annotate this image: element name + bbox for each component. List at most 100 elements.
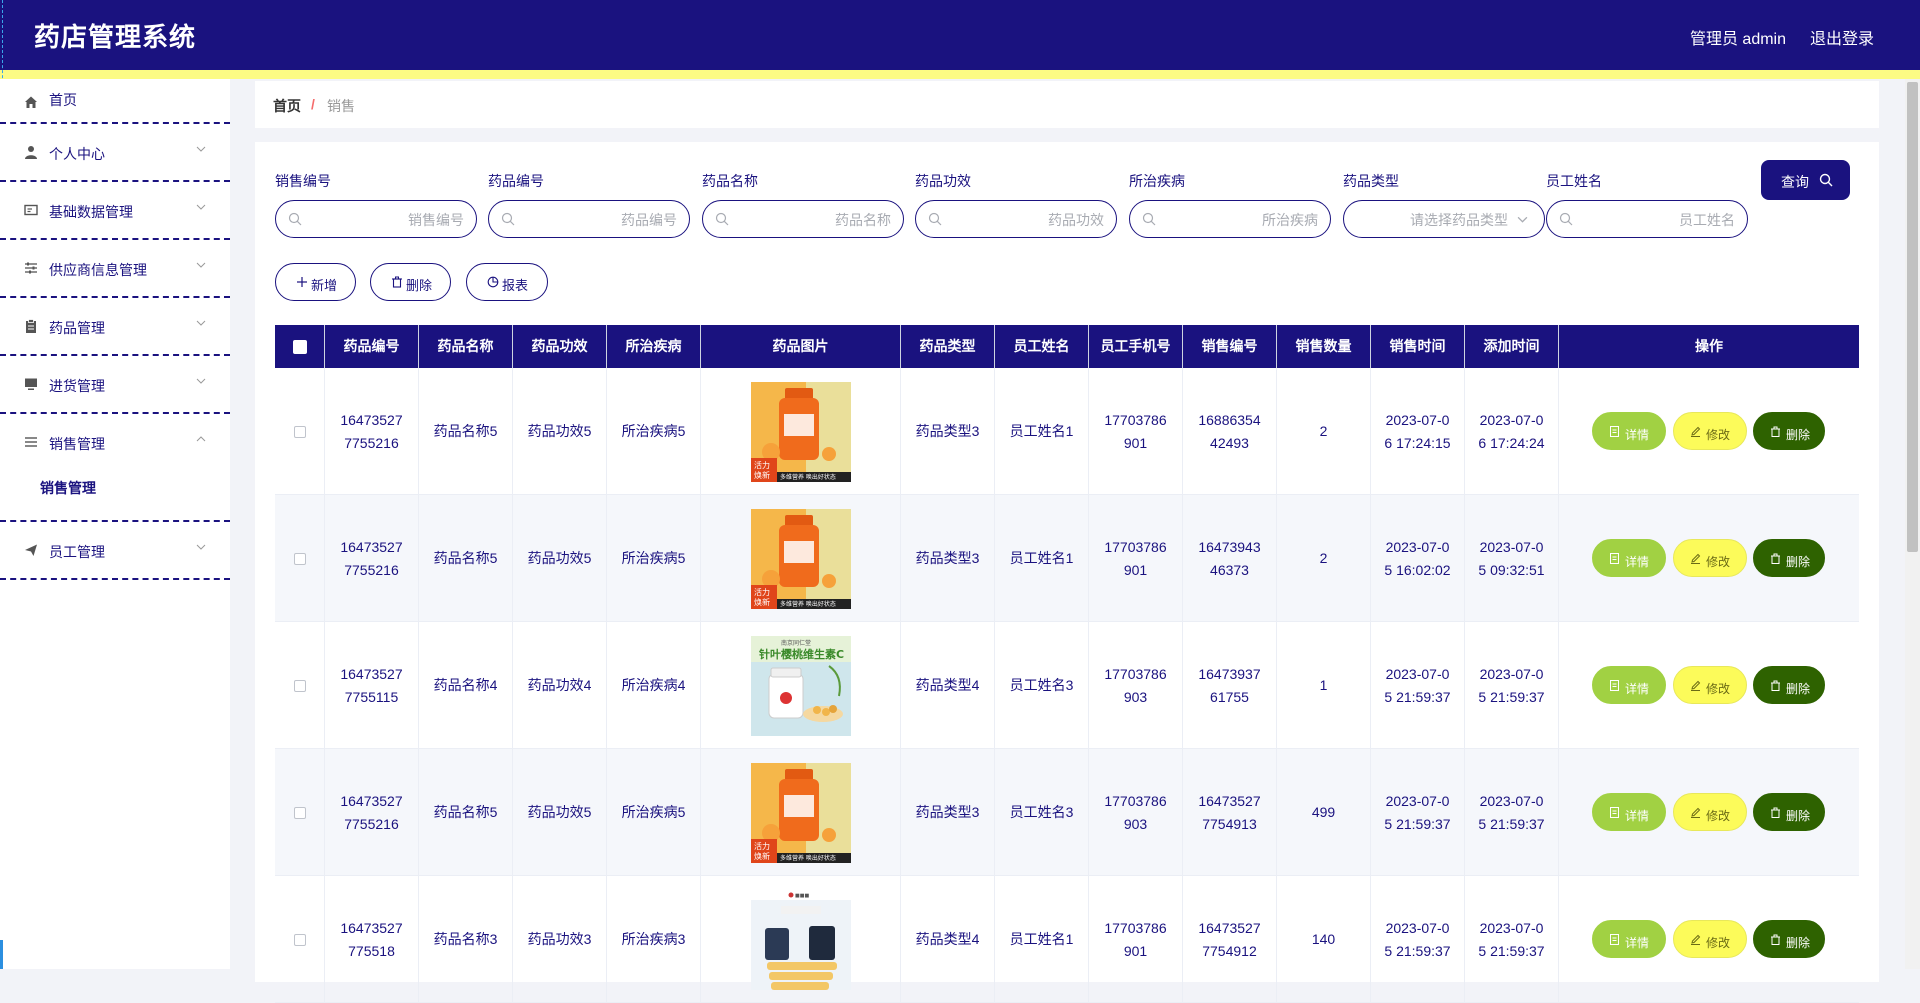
- edit-button[interactable]: 修改: [1673, 412, 1747, 450]
- breadcrumb-separator: /: [311, 96, 315, 112]
- pencil-icon: [1691, 680, 1701, 691]
- image-slogan-text: 多维营养 唤出好状态: [780, 473, 836, 481]
- row-checkbox[interactable]: [293, 679, 306, 692]
- header-sale-qty: 销售数量: [1277, 325, 1371, 368]
- query-button[interactable]: 查询: [1761, 160, 1850, 200]
- cell-add-time-text: 2023-07-0 5 09:32:51: [1478, 538, 1545, 578]
- row-delete-button[interactable]: 删除: [1753, 793, 1825, 831]
- edit-button[interactable]: 修改: [1673, 920, 1747, 958]
- cell-sale-qty: 2: [1277, 495, 1371, 622]
- cell-drug-effect-text: 药品功效3: [527, 931, 592, 947]
- sidebar-item-drugs[interactable]: 药品管理: [0, 298, 230, 356]
- chevron-down-icon: [196, 204, 206, 210]
- row-delete-button[interactable]: 删除: [1753, 539, 1825, 577]
- row-delete-button[interactable]: 删除: [1753, 412, 1825, 450]
- cell-drug-type-text: 药品类型4: [915, 931, 980, 947]
- cell-drug-effect: 药品功效5: [513, 749, 607, 876]
- cell-staff-name-text: 员工姓名3: [1009, 804, 1074, 820]
- search-icon: [715, 212, 729, 226]
- pie-chart-icon: [487, 276, 499, 288]
- cell-staff-phone: 17703786 901: [1089, 876, 1183, 1003]
- cell-drug-name-text: 药品名称5: [433, 423, 498, 439]
- disease-input[interactable]: [1160, 202, 1320, 238]
- cell-sale-no: 16886354 42493: [1183, 368, 1277, 495]
- delete-button-label: 删除: [406, 278, 433, 293]
- row-checkbox[interactable]: [293, 933, 306, 946]
- sale-no-field[interactable]: [275, 200, 477, 238]
- detail-button[interactable]: 详情: [1592, 539, 1666, 577]
- sidebar-item-home[interactable]: 首页: [0, 79, 230, 124]
- cell-staff-phone-text: 17703786 903: [1104, 665, 1167, 705]
- drug-no-field[interactable]: [488, 200, 690, 238]
- breadcrumb-home[interactable]: 首页: [273, 96, 301, 116]
- cell-add-time: 2023-07-0 5 21:59:37: [1465, 876, 1559, 1003]
- cell-drug-no: 16473527 7755216: [325, 749, 419, 876]
- logout-link[interactable]: 退出登录: [1810, 25, 1874, 49]
- cell-drug-no: 16473527 7755216: [325, 368, 419, 495]
- svg-text:焕新: 焕新: [754, 851, 770, 861]
- row-delete-button[interactable]: 删除: [1753, 920, 1825, 958]
- disease-field[interactable]: [1129, 200, 1331, 238]
- cell-disease: 所治疾病5: [607, 749, 701, 876]
- cell-sale-qty-text: 140: [1311, 931, 1336, 947]
- sidebar-item-supplier[interactable]: 供应商信息管理: [0, 240, 230, 298]
- row-delete-button[interactable]: 删除: [1753, 666, 1825, 704]
- filter-label-drug-effect: 药品功效: [915, 173, 971, 189]
- cell-staff-name: 员工姓名1: [995, 495, 1089, 622]
- staff-name-input[interactable]: [1577, 202, 1737, 238]
- cell-select: [275, 622, 325, 749]
- select-all-checkbox[interactable]: [293, 340, 307, 354]
- drug-name-field[interactable]: [702, 200, 904, 238]
- edit-button[interactable]: 修改: [1673, 539, 1747, 577]
- sale-no-input[interactable]: [306, 202, 466, 238]
- cell-drug-effect-text: 药品功效4: [527, 677, 592, 693]
- edit-button[interactable]: 修改: [1673, 666, 1747, 704]
- add-button[interactable]: 新增: [275, 263, 356, 301]
- cell-drug-type-text: 药品类型3: [915, 423, 980, 439]
- search-icon: [928, 212, 942, 226]
- edit-button[interactable]: 修改: [1673, 793, 1747, 831]
- drug-effect-input[interactable]: [946, 202, 1106, 238]
- search-icon: [1819, 173, 1833, 187]
- cell-drug-no: 16473527 7755216: [325, 495, 419, 622]
- current-user: 管理员 admin: [1689, 31, 1786, 48]
- cell-sale-qty: 1: [1277, 622, 1371, 749]
- detail-button[interactable]: 详情: [1592, 666, 1666, 704]
- sidebar-item-sales[interactable]: 销售管理: [0, 414, 230, 464]
- detail-button-label: 详情: [1625, 428, 1650, 442]
- document-icon: [1610, 426, 1619, 437]
- sidebar-item-basic-data[interactable]: 基础数据管理: [0, 182, 230, 240]
- sidebar-item-profile[interactable]: 个人中心: [0, 124, 230, 182]
- chevron-down-icon: [196, 146, 206, 152]
- sidebar-item-staff[interactable]: 员工管理: [0, 522, 230, 580]
- drug-no-input[interactable]: [519, 202, 679, 238]
- sidebar-subitem-sales-management[interactable]: 销售管理: [0, 464, 230, 522]
- row-checkbox[interactable]: [293, 425, 306, 438]
- cell-sale-qty-text: 2: [1319, 550, 1328, 566]
- sidebar-item-label: 销售管理: [49, 436, 105, 452]
- drug-type-input[interactable]: [1354, 202, 1510, 238]
- cell-add-time: 2023-07-0 5 21:59:37: [1465, 622, 1559, 749]
- cell-disease: 所治疾病3: [607, 876, 701, 1003]
- header-drug-no: 药品编号: [325, 325, 419, 368]
- detail-button[interactable]: 详情: [1592, 793, 1666, 831]
- scrollbar-thumb[interactable]: [1907, 82, 1918, 552]
- drug-effect-field[interactable]: [915, 200, 1117, 238]
- cell-drug-no: 16473527 775518: [325, 876, 419, 1003]
- cell-select: [275, 876, 325, 1003]
- detail-button[interactable]: 详情: [1592, 920, 1666, 958]
- drug-type-select[interactable]: [1343, 200, 1545, 238]
- cell-sale-qty-text: 499: [1311, 804, 1336, 820]
- report-button[interactable]: 报表: [466, 263, 548, 301]
- detail-button[interactable]: 详情: [1592, 412, 1666, 450]
- drug-name-input[interactable]: [733, 202, 893, 238]
- delete-button[interactable]: 删除: [370, 263, 451, 301]
- pencil-icon: [1691, 934, 1701, 945]
- top-header: 药店管理系统 管理员 admin 退出登录: [0, 0, 1920, 70]
- row-checkbox[interactable]: [293, 806, 306, 819]
- cell-disease-text: 所治疾病3: [621, 931, 686, 947]
- sidebar-item-purchase[interactable]: 进货管理: [0, 356, 230, 414]
- row-checkbox[interactable]: [293, 552, 306, 565]
- cell-sale-time: 2023-07-0 5 21:59:37: [1371, 876, 1465, 1003]
- staff-name-field[interactable]: [1546, 200, 1748, 238]
